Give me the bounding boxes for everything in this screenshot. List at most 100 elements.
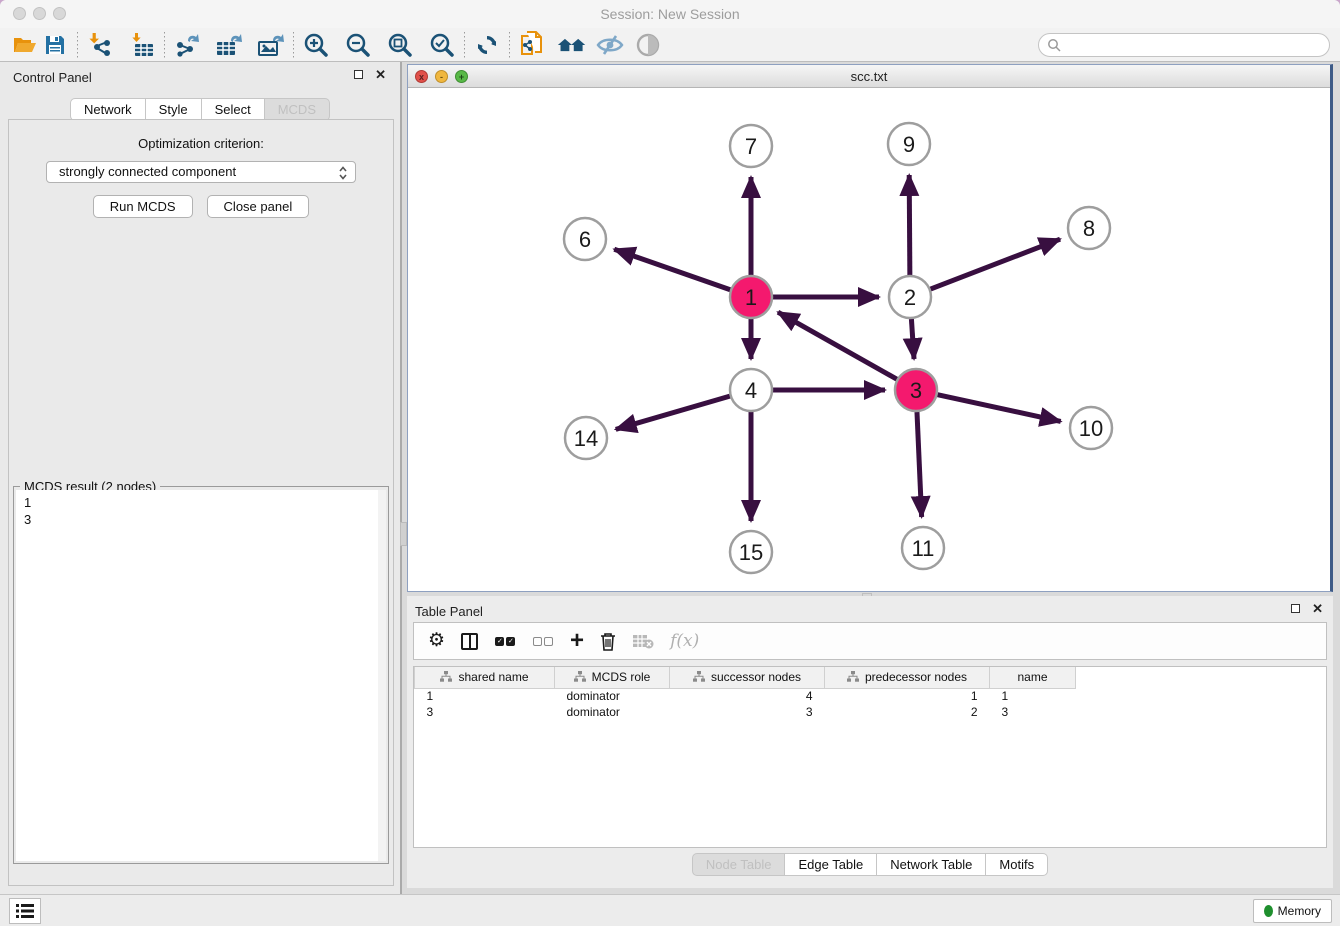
home-networks-icon[interactable] bbox=[557, 31, 587, 59]
close-panel-icon[interactable]: ✕ bbox=[375, 70, 386, 79]
tab-network-table[interactable]: Network Table bbox=[877, 853, 986, 876]
tab-node-table[interactable]: Node Table bbox=[692, 853, 786, 876]
svg-text:7: 7 bbox=[745, 134, 757, 159]
graph-svg: 7 9 6 8 1 2 4 3 14 10 15 11 bbox=[408, 88, 1328, 589]
criterion-dropdown[interactable]: strongly connected component bbox=[46, 161, 356, 183]
table-cell[interactable]: dominator bbox=[555, 704, 670, 720]
zoom-in-icon[interactable] bbox=[301, 31, 331, 59]
select-all-checkboxes-icon[interactable] bbox=[494, 629, 516, 653]
table-cell[interactable]: 4 bbox=[670, 688, 825, 704]
float-table-panel-icon[interactable] bbox=[1291, 604, 1300, 613]
search-input[interactable] bbox=[1061, 38, 1311, 52]
column-header-MCDS-role[interactable]: MCDS role bbox=[555, 667, 670, 688]
network-canvas[interactable]: 7 9 6 8 1 2 4 3 14 10 15 11 bbox=[408, 88, 1328, 589]
zoom-selected-icon[interactable] bbox=[427, 31, 457, 59]
memory-button[interactable]: Memory bbox=[1253, 899, 1332, 923]
graph-node-7[interactable]: 7 bbox=[730, 125, 772, 167]
export-table-icon[interactable] bbox=[214, 31, 244, 59]
edge-2-9[interactable] bbox=[909, 175, 910, 275]
network-view-window: x - + scc.txt 7 9 6 8 1 2 4 3 14 10 15 11 bbox=[407, 64, 1333, 592]
table-panel-tabs: Node Table Edge Table Network Table Moti… bbox=[407, 853, 1333, 876]
add-row-plus-icon[interactable]: + bbox=[570, 629, 584, 653]
zoom-out-icon[interactable] bbox=[343, 31, 373, 59]
svg-text:9: 9 bbox=[903, 132, 915, 157]
column-layout-icon[interactable] bbox=[461, 629, 478, 653]
edge-4-14[interactable] bbox=[616, 396, 730, 429]
network-window-titlebar[interactable]: x - + scc.txt bbox=[408, 65, 1330, 88]
node-table[interactable]: shared nameMCDS rolesuccessor nodesprede… bbox=[413, 666, 1327, 848]
table-cell[interactable]: 3 bbox=[670, 704, 825, 720]
import-network-icon[interactable] bbox=[85, 31, 115, 59]
tab-mcds[interactable]: MCDS bbox=[265, 98, 330, 121]
task-history-button[interactable] bbox=[9, 898, 41, 924]
edge-2-8[interactable] bbox=[931, 239, 1061, 289]
graph-node-3[interactable]: 3 bbox=[895, 369, 937, 411]
graph-node-1[interactable]: 1 bbox=[730, 276, 772, 318]
close-panel-button[interactable]: Close panel bbox=[207, 195, 310, 218]
clone-network-icon[interactable] bbox=[517, 31, 547, 59]
edge-1-6[interactable] bbox=[614, 249, 730, 290]
memory-label: Memory bbox=[1278, 904, 1321, 918]
optimization-criterion-label: Optimization criterion: bbox=[9, 136, 393, 151]
delete-row-trash-icon[interactable] bbox=[600, 629, 616, 653]
float-panel-icon[interactable] bbox=[354, 70, 363, 79]
tab-select[interactable]: Select bbox=[202, 98, 265, 121]
toolbar-separator bbox=[77, 32, 78, 58]
graph-node-11[interactable]: 11 bbox=[902, 527, 944, 569]
edge-3-11[interactable] bbox=[917, 412, 922, 517]
svg-text:14: 14 bbox=[574, 426, 598, 451]
table-cell[interactable]: 3 bbox=[990, 704, 1076, 720]
dropdown-stepper-icon bbox=[338, 165, 348, 187]
column-header-successor-nodes[interactable]: successor nodes bbox=[670, 667, 825, 688]
table-row[interactable]: 3dominator323 bbox=[415, 704, 1076, 720]
table-cell[interactable]: 1 bbox=[990, 688, 1076, 704]
search-box[interactable] bbox=[1038, 33, 1330, 57]
graph-node-6[interactable]: 6 bbox=[564, 218, 606, 260]
column-header-shared-name[interactable]: shared name bbox=[415, 667, 555, 688]
edge-2-3[interactable] bbox=[911, 319, 914, 359]
table-cell[interactable]: 3 bbox=[415, 704, 555, 720]
export-image-icon[interactable] bbox=[256, 31, 286, 59]
tab-motifs[interactable]: Motifs bbox=[986, 853, 1048, 876]
graph-node-15[interactable]: 15 bbox=[730, 531, 772, 573]
mcds-result-box[interactable]: 1 3 bbox=[16, 490, 386, 861]
deselect-all-checkboxes-icon[interactable] bbox=[532, 629, 554, 653]
table-cell[interactable]: 1 bbox=[825, 688, 990, 704]
mcds-result-group: MCDS result (2 nodes) 1 3 bbox=[13, 486, 389, 864]
function-builder-icon: f(x) bbox=[670, 629, 699, 653]
vertical-splitter-handle[interactable] bbox=[400, 522, 407, 546]
show-hidden-eye-icon[interactable] bbox=[633, 31, 663, 59]
table-settings-gear-icon[interactable]: ⚙ bbox=[428, 629, 445, 653]
table-cell[interactable]: dominator bbox=[555, 688, 670, 704]
tab-edge-table[interactable]: Edge Table bbox=[785, 853, 877, 876]
criterion-dropdown-value: strongly connected component bbox=[59, 164, 236, 179]
table-row[interactable]: 1dominator411 bbox=[415, 688, 1076, 704]
export-network-icon[interactable] bbox=[172, 31, 202, 59]
close-table-panel-icon[interactable]: ✕ bbox=[1312, 604, 1323, 613]
graph-node-9[interactable]: 9 bbox=[888, 123, 930, 165]
graph-node-2[interactable]: 2 bbox=[889, 276, 931, 318]
table-cell[interactable]: 2 bbox=[825, 704, 990, 720]
graph-node-14[interactable]: 14 bbox=[565, 417, 607, 459]
workspace: x - + scc.txt 7968124314101511 Table Pan… bbox=[407, 62, 1335, 894]
zoom-fit-icon[interactable] bbox=[385, 31, 415, 59]
run-mcds-button[interactable]: Run MCDS bbox=[93, 195, 193, 218]
tab-network[interactable]: Network bbox=[70, 98, 146, 121]
column-header-predecessor-nodes[interactable]: predecessor nodes bbox=[825, 667, 990, 688]
column-header-name[interactable]: name bbox=[990, 667, 1076, 688]
import-table-icon[interactable] bbox=[127, 31, 157, 59]
toolbar-separator bbox=[464, 32, 465, 58]
result-scrollbar[interactable] bbox=[378, 490, 386, 861]
save-session-icon[interactable] bbox=[40, 31, 70, 59]
edge-3-1[interactable] bbox=[778, 312, 897, 379]
hide-selected-eye-slash-icon[interactable] bbox=[595, 31, 625, 59]
refresh-layout-icon[interactable] bbox=[472, 31, 502, 59]
open-file-icon[interactable] bbox=[10, 31, 40, 59]
graph-node-8[interactable]: 8 bbox=[1068, 207, 1110, 249]
graph-node-4[interactable]: 4 bbox=[730, 369, 772, 411]
svg-text:6: 6 bbox=[579, 227, 591, 252]
tab-style[interactable]: Style bbox=[146, 98, 202, 121]
table-cell[interactable]: 1 bbox=[415, 688, 555, 704]
graph-node-10[interactable]: 10 bbox=[1070, 407, 1112, 449]
edge-3-10[interactable] bbox=[937, 395, 1060, 422]
